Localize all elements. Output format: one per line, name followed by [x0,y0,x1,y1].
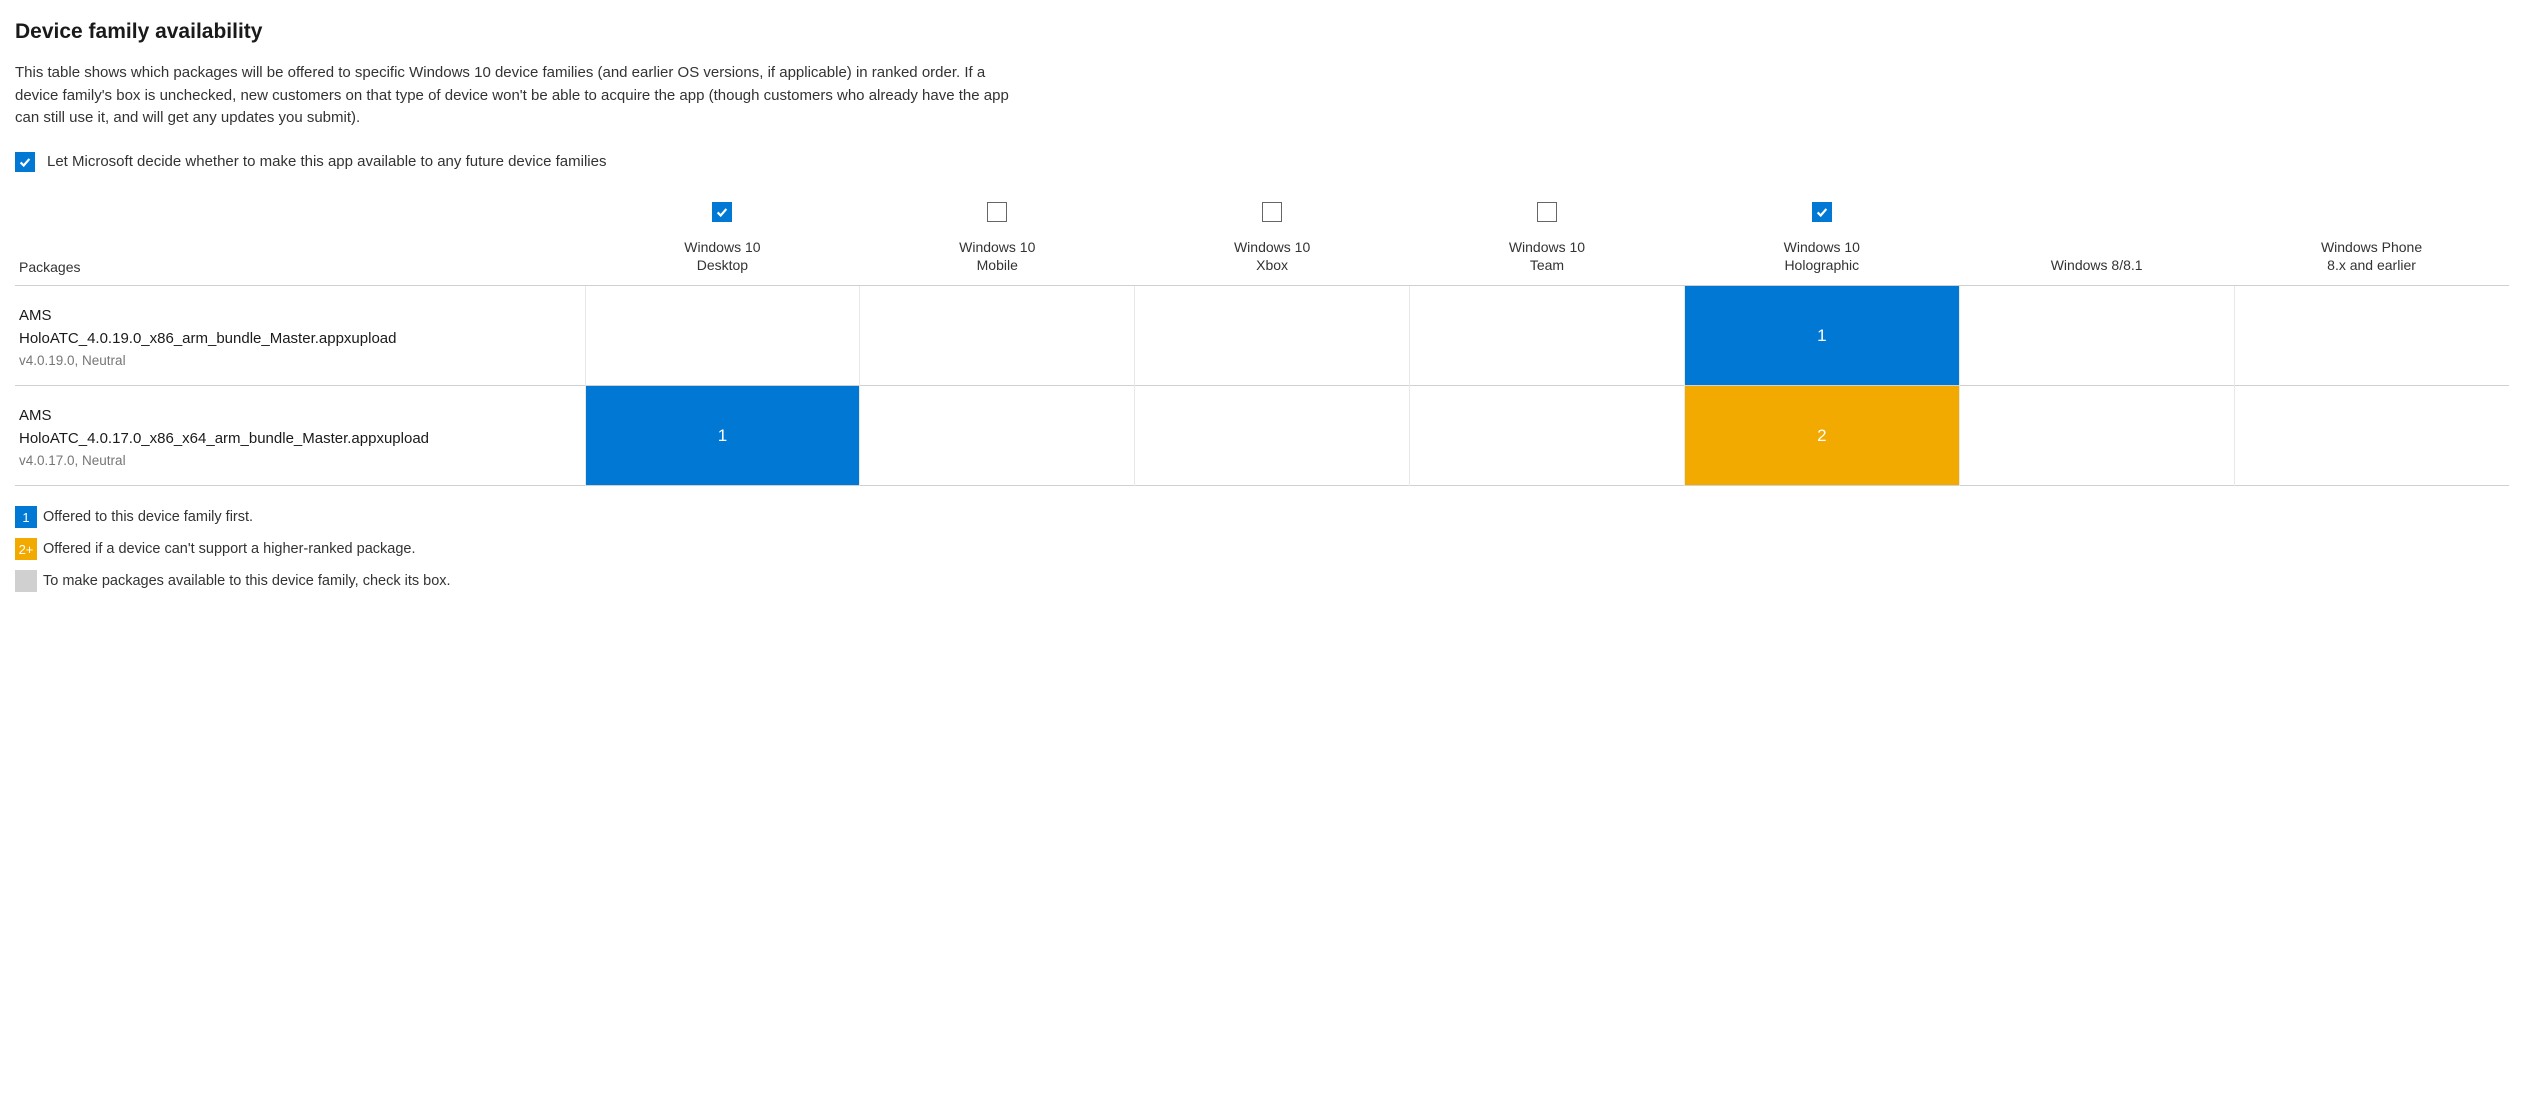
rank-badge: 1 [1685,286,1959,385]
table-row: AMSHoloATC_4.0.17.0_x86_x64_arm_bundle_M… [15,386,2509,486]
rank-cell [1135,286,1410,386]
package-meta: v4.0.17.0, Neutral [19,453,585,468]
device-column-header: Windows Phone8.x and earlier [2234,200,2509,286]
device-column-label: Windows 10Mobile [860,238,1135,276]
legend-text: To make packages available to this devic… [43,573,451,589]
device-column-header: Windows 10Desktop [585,200,860,286]
rank-cell: 2 [1684,386,1959,486]
rank-cell [1959,386,2234,486]
rank-cell [860,386,1135,486]
device-column-header: Windows 10Xbox [1135,200,1410,286]
rank-cell [2234,286,2509,386]
packages-column-header: Packages [15,200,585,286]
packages-header-label: Packages [19,259,80,275]
device-column-label: Windows 8/8.1 [1959,256,2234,275]
future-families-option: Let Microsoft decide whether to make thi… [15,152,2509,172]
rank-badge: 1 [586,386,860,485]
rank-cell [860,286,1135,386]
legend-row: To make packages available to this devic… [15,570,2509,592]
device-column-label: Windows 10Desktop [585,238,860,276]
device-column-header: Windows 10Holographic [1684,200,1959,286]
legend-row: 2+ Offered if a device can't support a hi… [15,538,2509,560]
legend-text: Offered to this device family first. [43,509,253,525]
package-cell: AMSHoloATC_4.0.19.0_x86_arm_bundle_Maste… [15,286,585,386]
device-family-checkbox[interactable] [712,202,732,222]
device-family-checkbox[interactable] [987,202,1007,222]
device-column-label: Windows 10Team [1410,238,1685,276]
legend-swatch [15,570,37,592]
package-name: AMSHoloATC_4.0.19.0_x86_arm_bundle_Maste… [19,304,585,351]
legend-text: Offered if a device can't support a high… [43,541,415,557]
device-column-header: Windows 10Team [1410,200,1685,286]
device-column-header: Windows 10Mobile [860,200,1135,286]
rank-badge: 2 [1685,386,1959,485]
device-family-checkbox[interactable] [1812,202,1832,222]
legend-swatch: 2+ [15,538,37,560]
rank-cell: 1 [1684,286,1959,386]
device-family-checkbox[interactable] [1537,202,1557,222]
package-cell: AMSHoloATC_4.0.17.0_x86_x64_arm_bundle_M… [15,386,585,486]
rank-cell [2234,386,2509,486]
section-heading: Device family availability [15,20,2509,44]
rank-cell [1135,386,1410,486]
rank-cell [1410,286,1685,386]
rank-cell [1959,286,2234,386]
device-column-header: Windows 8/8.1 [1959,200,2234,286]
table-row: AMSHoloATC_4.0.19.0_x86_arm_bundle_Maste… [15,286,2509,386]
section-description: This table shows which packages will be … [15,62,1015,130]
rank-cell: 1 [585,386,860,486]
device-column-label: Windows 10Holographic [1684,238,1959,276]
legend: 1 Offered to this device family first. 2+ O… [15,506,2509,592]
package-meta: v4.0.19.0, Neutral [19,353,585,368]
device-column-label: Windows Phone8.x and earlier [2234,238,2509,276]
device-family-table: Packages Windows 10DesktopWindows 10Mobi… [15,200,2509,487]
package-name: AMSHoloATC_4.0.17.0_x86_x64_arm_bundle_M… [19,404,585,451]
rank-cell [585,286,860,386]
device-family-checkbox[interactable] [1262,202,1282,222]
future-families-label: Let Microsoft decide whether to make thi… [47,153,606,170]
rank-cell [1410,386,1685,486]
legend-row: 1 Offered to this device family first. [15,506,2509,528]
legend-swatch: 1 [15,506,37,528]
device-column-label: Windows 10Xbox [1135,238,1410,276]
future-families-checkbox[interactable] [15,152,35,172]
